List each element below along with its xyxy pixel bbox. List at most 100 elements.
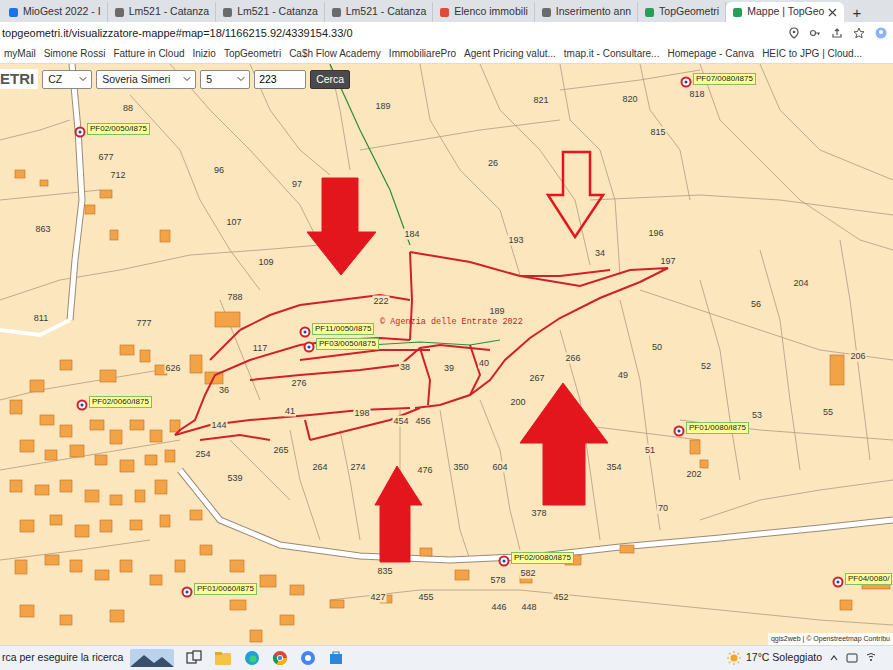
parcel-number[interactable]: 378 (530, 508, 547, 519)
bookmark-link[interactable]: HEIC to JPG | Cloud... (762, 46, 862, 61)
parcel-number[interactable]: 70 (657, 503, 669, 514)
map-view[interactable]: 1898218208867771296268158639710718419334… (0, 64, 893, 645)
parcel-number[interactable]: 452 (552, 592, 569, 603)
survey-point-pin[interactable] (77, 400, 88, 411)
taskbar-weather[interactable]: 17°C Soleggiato (727, 650, 887, 666)
parcel-number[interactable]: 53 (751, 410, 763, 421)
province-select[interactable]: CZ (42, 70, 92, 89)
survey-point-pin[interactable] (182, 587, 193, 598)
parcel-number[interactable]: 835 (376, 566, 393, 577)
parcel-number[interactable]: 266 (564, 353, 581, 364)
parcel-number[interactable]: 107 (225, 217, 242, 228)
bookmark-link[interactable]: Simone Rossi (44, 46, 106, 61)
map-attribution[interactable]: qgis2web | © Openstreetmap Contribu (768, 633, 893, 646)
parcel-number[interactable]: 539 (226, 473, 243, 484)
survey-point-pin[interactable] (300, 327, 311, 338)
parcel-number[interactable]: 204 (792, 278, 809, 289)
parcel-number[interactable]: 96 (213, 165, 225, 176)
browser-tab[interactable]: Lm521 - Catanza (325, 2, 434, 22)
municipality-select[interactable]: Soveria Simeri (96, 70, 196, 89)
parcel-number[interactable]: 476 (416, 465, 433, 476)
parcel-number[interactable]: 117 (252, 343, 268, 354)
parcel-number[interactable]: 40 (478, 358, 490, 369)
bookmark-link[interactable]: myMail (4, 46, 36, 61)
parcel-number[interactable]: 712 (109, 170, 126, 181)
parcel-number[interactable]: 26 (487, 158, 499, 169)
parcel-number[interactable]: 578 (489, 575, 506, 586)
parcel-number[interactable]: 52 (700, 361, 712, 372)
address-bar[interactable]: topgeometri.it/visualizzatore-mappe#map=… (0, 22, 893, 44)
parcel-number[interactable]: 51 (644, 445, 656, 456)
browser-tab[interactable]: Lm521 - Catanza (108, 2, 217, 22)
parcel-number[interactable]: 50 (651, 342, 663, 353)
parcel-number[interactable]: 626 (164, 363, 181, 374)
parcel-number[interactable]: 456 (414, 416, 431, 427)
parcel-number[interactable]: 109 (257, 257, 274, 268)
bookmark-link[interactable]: Fatture in Cloud (113, 46, 184, 61)
bookmark-link[interactable]: TopGeometri (224, 46, 281, 61)
parcel-number[interactable]: 189 (488, 306, 505, 317)
parcel-number[interactable]: 200 (509, 397, 526, 408)
parcel-number[interactable]: 39 (443, 363, 455, 374)
parcel-number[interactable]: 276 (290, 378, 307, 389)
browser-tab[interactable]: Lm521 - Catanza (216, 2, 325, 22)
parcel-number[interactable]: 777 (135, 318, 152, 329)
parcel-number[interactable]: 254 (194, 449, 211, 460)
parcel-number[interactable]: 144 (210, 420, 227, 431)
parcel-number[interactable]: 55 (822, 407, 834, 418)
parcel-number[interactable]: 38 (399, 362, 411, 373)
bookmark-link[interactable]: Agent Pricing valut... (464, 46, 556, 61)
browser-tab[interactable]: MioGest 2022 - I (2, 2, 108, 22)
parcel-number[interactable]: 354 (605, 462, 622, 473)
parcel-number[interactable]: 189 (374, 101, 391, 112)
survey-point-pin[interactable] (304, 342, 315, 353)
parcel-number[interactable]: 97 (291, 179, 303, 190)
new-tab-button[interactable]: + (844, 5, 869, 22)
parcel-number[interactable]: 811 (33, 313, 49, 324)
parcel-number[interactable]: 350 (452, 462, 469, 473)
browser-tab[interactable]: TopGeometri (638, 2, 726, 22)
parcel-number[interactable]: 196 (647, 228, 664, 239)
parcel-number[interactable]: 821 (532, 95, 549, 106)
taskbar-search[interactable]: rca per eseguire la ricerca (0, 650, 118, 666)
parcel-number[interactable]: 49 (617, 370, 629, 381)
survey-point-pin[interactable] (499, 556, 510, 567)
parcel-number[interactable]: 448 (520, 602, 537, 613)
parcel-number[interactable]: 56 (750, 299, 762, 310)
parcel-number[interactable]: 815 (649, 127, 666, 138)
browser-tab[interactable]: Inserimento ann (535, 2, 638, 22)
parcel-number[interactable]: 202 (685, 469, 702, 480)
parcel-number[interactable]: 677 (97, 152, 114, 163)
bookmark-link[interactable]: ImmobiliarePro (389, 46, 456, 61)
parcel-number[interactable]: 197 (659, 256, 676, 267)
parcel-number[interactable]: 265 (272, 445, 289, 456)
parcel-number[interactable]: 863 (34, 224, 51, 235)
parcel-number[interactable]: 427 (369, 592, 386, 603)
parcel-number[interactable]: 193 (507, 235, 524, 246)
parcel-number[interactable]: 88 (122, 103, 134, 114)
parcel-number[interactable]: 604 (491, 462, 508, 473)
bookmark-link[interactable]: tmap.it - Consultare... (564, 46, 660, 61)
bookmark-link[interactable]: Inizio (193, 46, 216, 61)
sheet-select[interactable]: 5 (200, 70, 250, 89)
parcel-number[interactable]: 818 (688, 89, 705, 100)
survey-point-pin[interactable] (75, 127, 86, 138)
cadastral-map[interactable] (0, 64, 893, 645)
browser-tab[interactable]: Elenco immobili (433, 2, 535, 22)
parcel-number[interactable]: 446 (490, 602, 507, 613)
parcel-number[interactable]: 455 (417, 592, 434, 603)
survey-point-pin[interactable] (833, 577, 844, 588)
browser-tab[interactable]: Mappe | TopGeo (726, 2, 844, 22)
parcel-number[interactable]: 454 (392, 416, 409, 427)
parcel-number[interactable]: 788 (226, 292, 243, 303)
parcel-number[interactable]: 41 (284, 406, 296, 417)
parcel-number[interactable]: 820 (621, 94, 638, 105)
parcel-number[interactable]: 264 (311, 462, 328, 473)
parcel-number[interactable]: 274 (349, 462, 366, 473)
bookmark-link[interactable]: Ca$h Flow Academy (289, 46, 381, 61)
search-button[interactable]: Cerca (310, 70, 350, 89)
parcel-number[interactable]: 222 (372, 296, 389, 307)
parcel-input[interactable] (254, 70, 306, 89)
survey-point-pin[interactable] (674, 426, 685, 437)
parcel-number[interactable]: 206 (849, 351, 866, 362)
